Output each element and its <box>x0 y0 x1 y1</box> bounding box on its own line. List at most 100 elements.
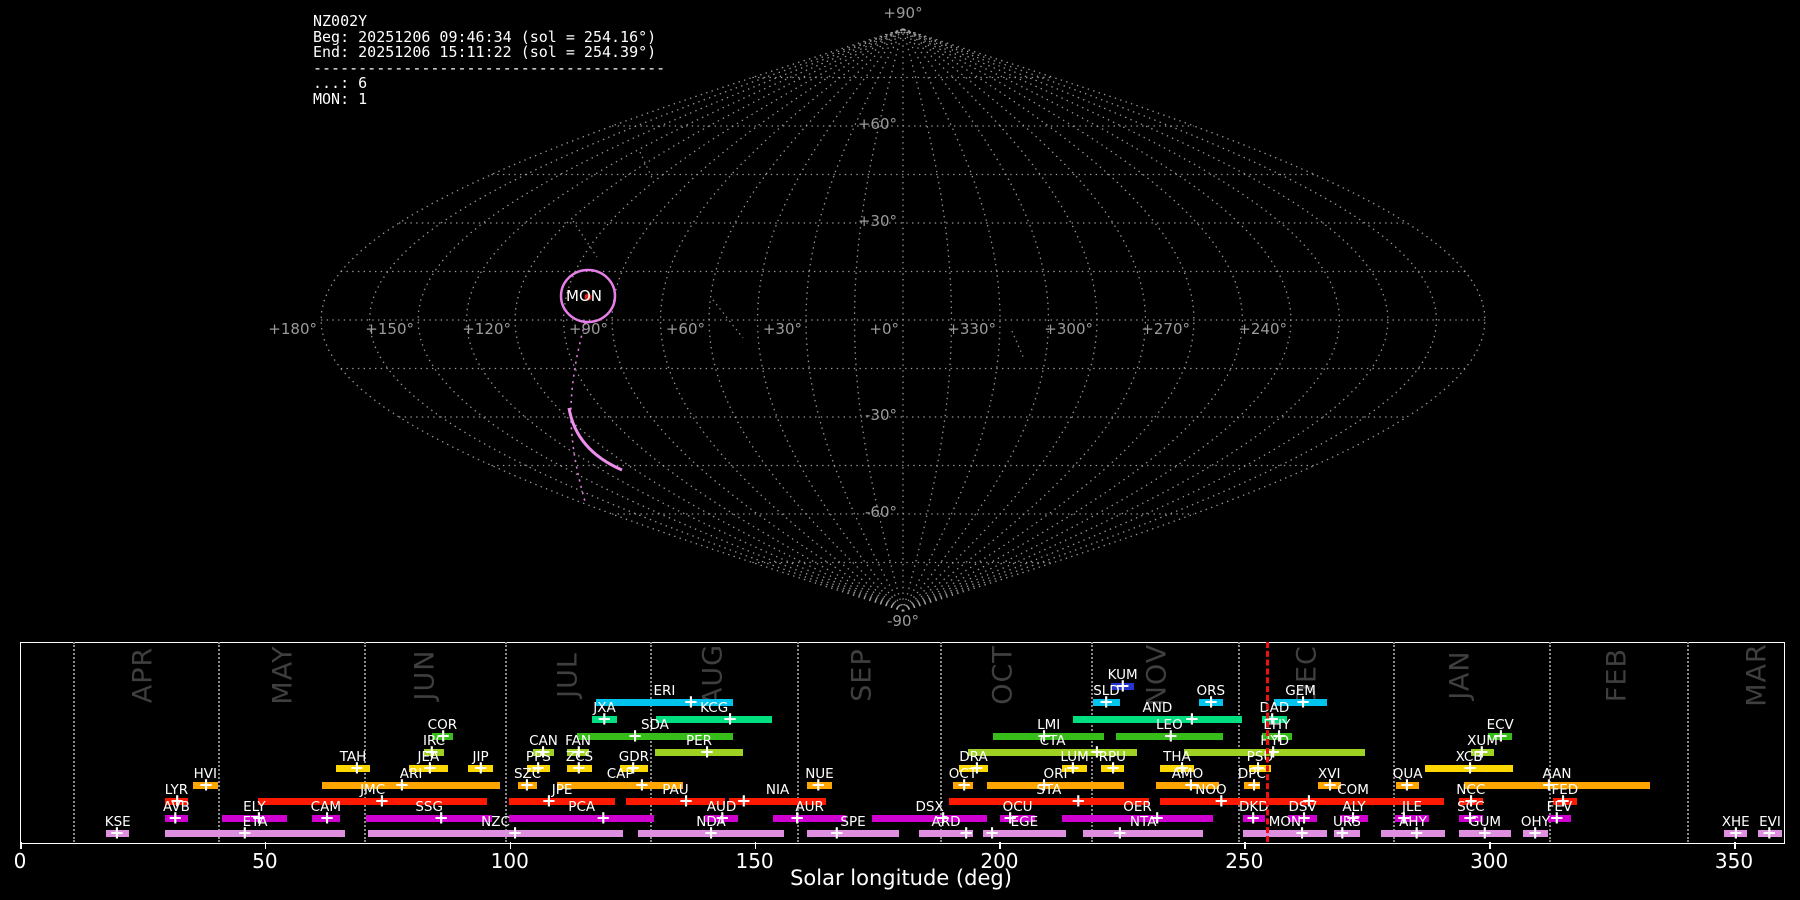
shower-label-NTA: NTA <box>1129 814 1157 830</box>
shower-label-AVB: AVB <box>163 799 190 815</box>
x-axis-tick <box>1734 842 1736 849</box>
shower-label-DPC: DPC <box>1237 766 1266 782</box>
month-boundary-line <box>1393 642 1396 842</box>
x-axis-title: Solar longitude (deg) <box>790 866 1012 890</box>
meteor-station-plot: +180° +150° +120° +90° +60° +30° +0° +330° +300°… <box>0 0 1800 900</box>
shower-bar-ETA <box>164 830 346 837</box>
shower-label-GDR: GDR <box>618 749 649 765</box>
shower-label-HVI: HVI <box>193 766 218 782</box>
shower-label-OER: OER <box>1123 799 1152 815</box>
month-label: MAR <box>1741 643 1773 707</box>
shower-bar-JMC <box>258 798 488 805</box>
shower-label-NOO: NOO <box>1195 782 1227 798</box>
current-sol-line <box>1265 642 1269 842</box>
shower-label-NUE: NUE <box>805 766 834 782</box>
shower-label-AUD: AUD <box>706 799 737 815</box>
month-label: NOV <box>1141 643 1173 707</box>
shower-label-KUM: KUM <box>1107 667 1138 683</box>
shower-label-ETA: ETA <box>242 814 268 830</box>
shower-label-OHY: OHY <box>1520 814 1550 830</box>
shower-label-DRA: DRA <box>959 749 988 765</box>
shower-label-ZCS: ZCS <box>565 749 594 765</box>
shower-label-SCC: SCC <box>1457 799 1485 815</box>
shower-label-LYR: LYR <box>164 782 189 798</box>
x-axis-tick <box>754 842 757 849</box>
shower-label-ARD: ARD <box>931 814 961 830</box>
shower-label-JIP: JIP <box>472 749 489 765</box>
shower-bar-STA <box>948 798 1149 805</box>
shower-bar-MON <box>1242 830 1328 837</box>
shower-label-LEO: LEO <box>1156 717 1183 733</box>
shower-peak-AND: + <box>1184 708 1200 730</box>
shower-label-COR: COR <box>427 717 458 733</box>
shower-bar-SSG <box>366 815 493 822</box>
shower-label-URS: URS <box>1332 814 1361 830</box>
month-label: JUN <box>409 649 441 701</box>
x-axis-tick-label: 100 <box>490 849 529 873</box>
shower-activity-timeline: APR MAY JUN JUL AUG SEP OCT NOV DEC JAN FEB MAR + KUM… <box>0 0 1800 900</box>
month-label: OCT <box>987 645 1019 705</box>
shower-label-DSX: DSX <box>915 799 944 815</box>
shower-label-JEA: JEA <box>417 749 440 765</box>
shower-label-CAM: CAM <box>310 799 341 815</box>
shower-label-RPU: RPU <box>1098 749 1127 765</box>
shower-bar-AUR <box>773 815 847 822</box>
shower-peak-ERI: + <box>683 691 699 713</box>
shower-label-FEV: FEV <box>1546 799 1573 815</box>
shower-label-LMI: LMI <box>1037 717 1061 733</box>
shower-label-DKD: DKD <box>1239 799 1269 815</box>
shower-label-JLE: JLE <box>1401 799 1423 815</box>
shower-peak-STA: + <box>1070 790 1086 812</box>
shower-label-THA: THA <box>1163 749 1191 765</box>
shower-label-EGE: EGE <box>1010 814 1039 830</box>
shower-label-ORI: ORI <box>1043 766 1068 782</box>
shower-label-OCU: OCU <box>1002 799 1033 815</box>
shower-label-NZC: NZC <box>481 814 510 830</box>
shower-peak-CAP: + <box>634 774 650 796</box>
shower-bar-JPE <box>509 798 615 805</box>
month-label: SEP <box>846 648 878 702</box>
x-axis-tick <box>999 842 1001 849</box>
shower-label-QUA: QUA <box>1392 766 1423 782</box>
shower-label-SZC: SZC <box>513 766 542 782</box>
shower-label-CAP: CAP <box>606 766 634 782</box>
shower-label-PPS: PPS <box>525 749 551 765</box>
shower-peak-NTA: + <box>1112 822 1128 844</box>
shower-label-LUM: LUM <box>1060 749 1089 765</box>
x-axis-tick-label: 350 <box>1714 849 1754 873</box>
shower-label-NDA: NDA <box>696 814 726 830</box>
shower-label-PAU: PAU <box>662 782 689 798</box>
shower-label-ALY: ALY <box>1342 799 1366 815</box>
shower-label-DSV: DSV <box>1288 799 1317 815</box>
month-label: JUL <box>552 652 584 698</box>
x-axis-tick <box>1489 842 1491 849</box>
shower-label-FAN: FAN <box>565 733 591 749</box>
shower-label-AND: AND <box>1142 700 1173 716</box>
shower-bar-SPE <box>806 830 900 837</box>
month-label: MAY <box>267 645 299 705</box>
shower-label-PSU: PSU <box>1246 749 1274 765</box>
shower-label-IRC: IRC <box>422 733 446 749</box>
shower-label-ELY: ELY <box>243 799 266 815</box>
shower-label-AAN: AAN <box>1542 766 1572 782</box>
month-label: AUG <box>697 643 729 707</box>
shower-label-XCB: XCB <box>1455 749 1483 765</box>
shower-label-SSG: SSG <box>415 799 443 815</box>
shower-peak-PCA: + <box>595 807 611 829</box>
shower-label-JPE: JPE <box>551 782 573 798</box>
shower-label-XVI: XVI <box>1318 766 1341 782</box>
shower-label-ECV: ECV <box>1486 717 1514 733</box>
shower-label-JMC: JMC <box>360 782 386 798</box>
shower-peak-ARD: + <box>958 822 974 844</box>
month-label: APR <box>127 646 159 704</box>
x-axis-tick <box>264 842 267 849</box>
shower-label-AMO: AMO <box>1171 766 1204 782</box>
shower-label-SLD: SLD <box>1093 683 1120 699</box>
shower-label-EVI: EVI <box>1759 814 1781 830</box>
shower-label-XHE: XHE <box>1721 814 1750 830</box>
x-axis-tick <box>509 842 512 849</box>
shower-label-AUR: AUR <box>795 799 824 815</box>
shower-label-STA: STA <box>1036 782 1062 798</box>
shower-label-CTA: CTA <box>1039 733 1066 749</box>
shower-label-OCT: OCT <box>948 766 978 782</box>
